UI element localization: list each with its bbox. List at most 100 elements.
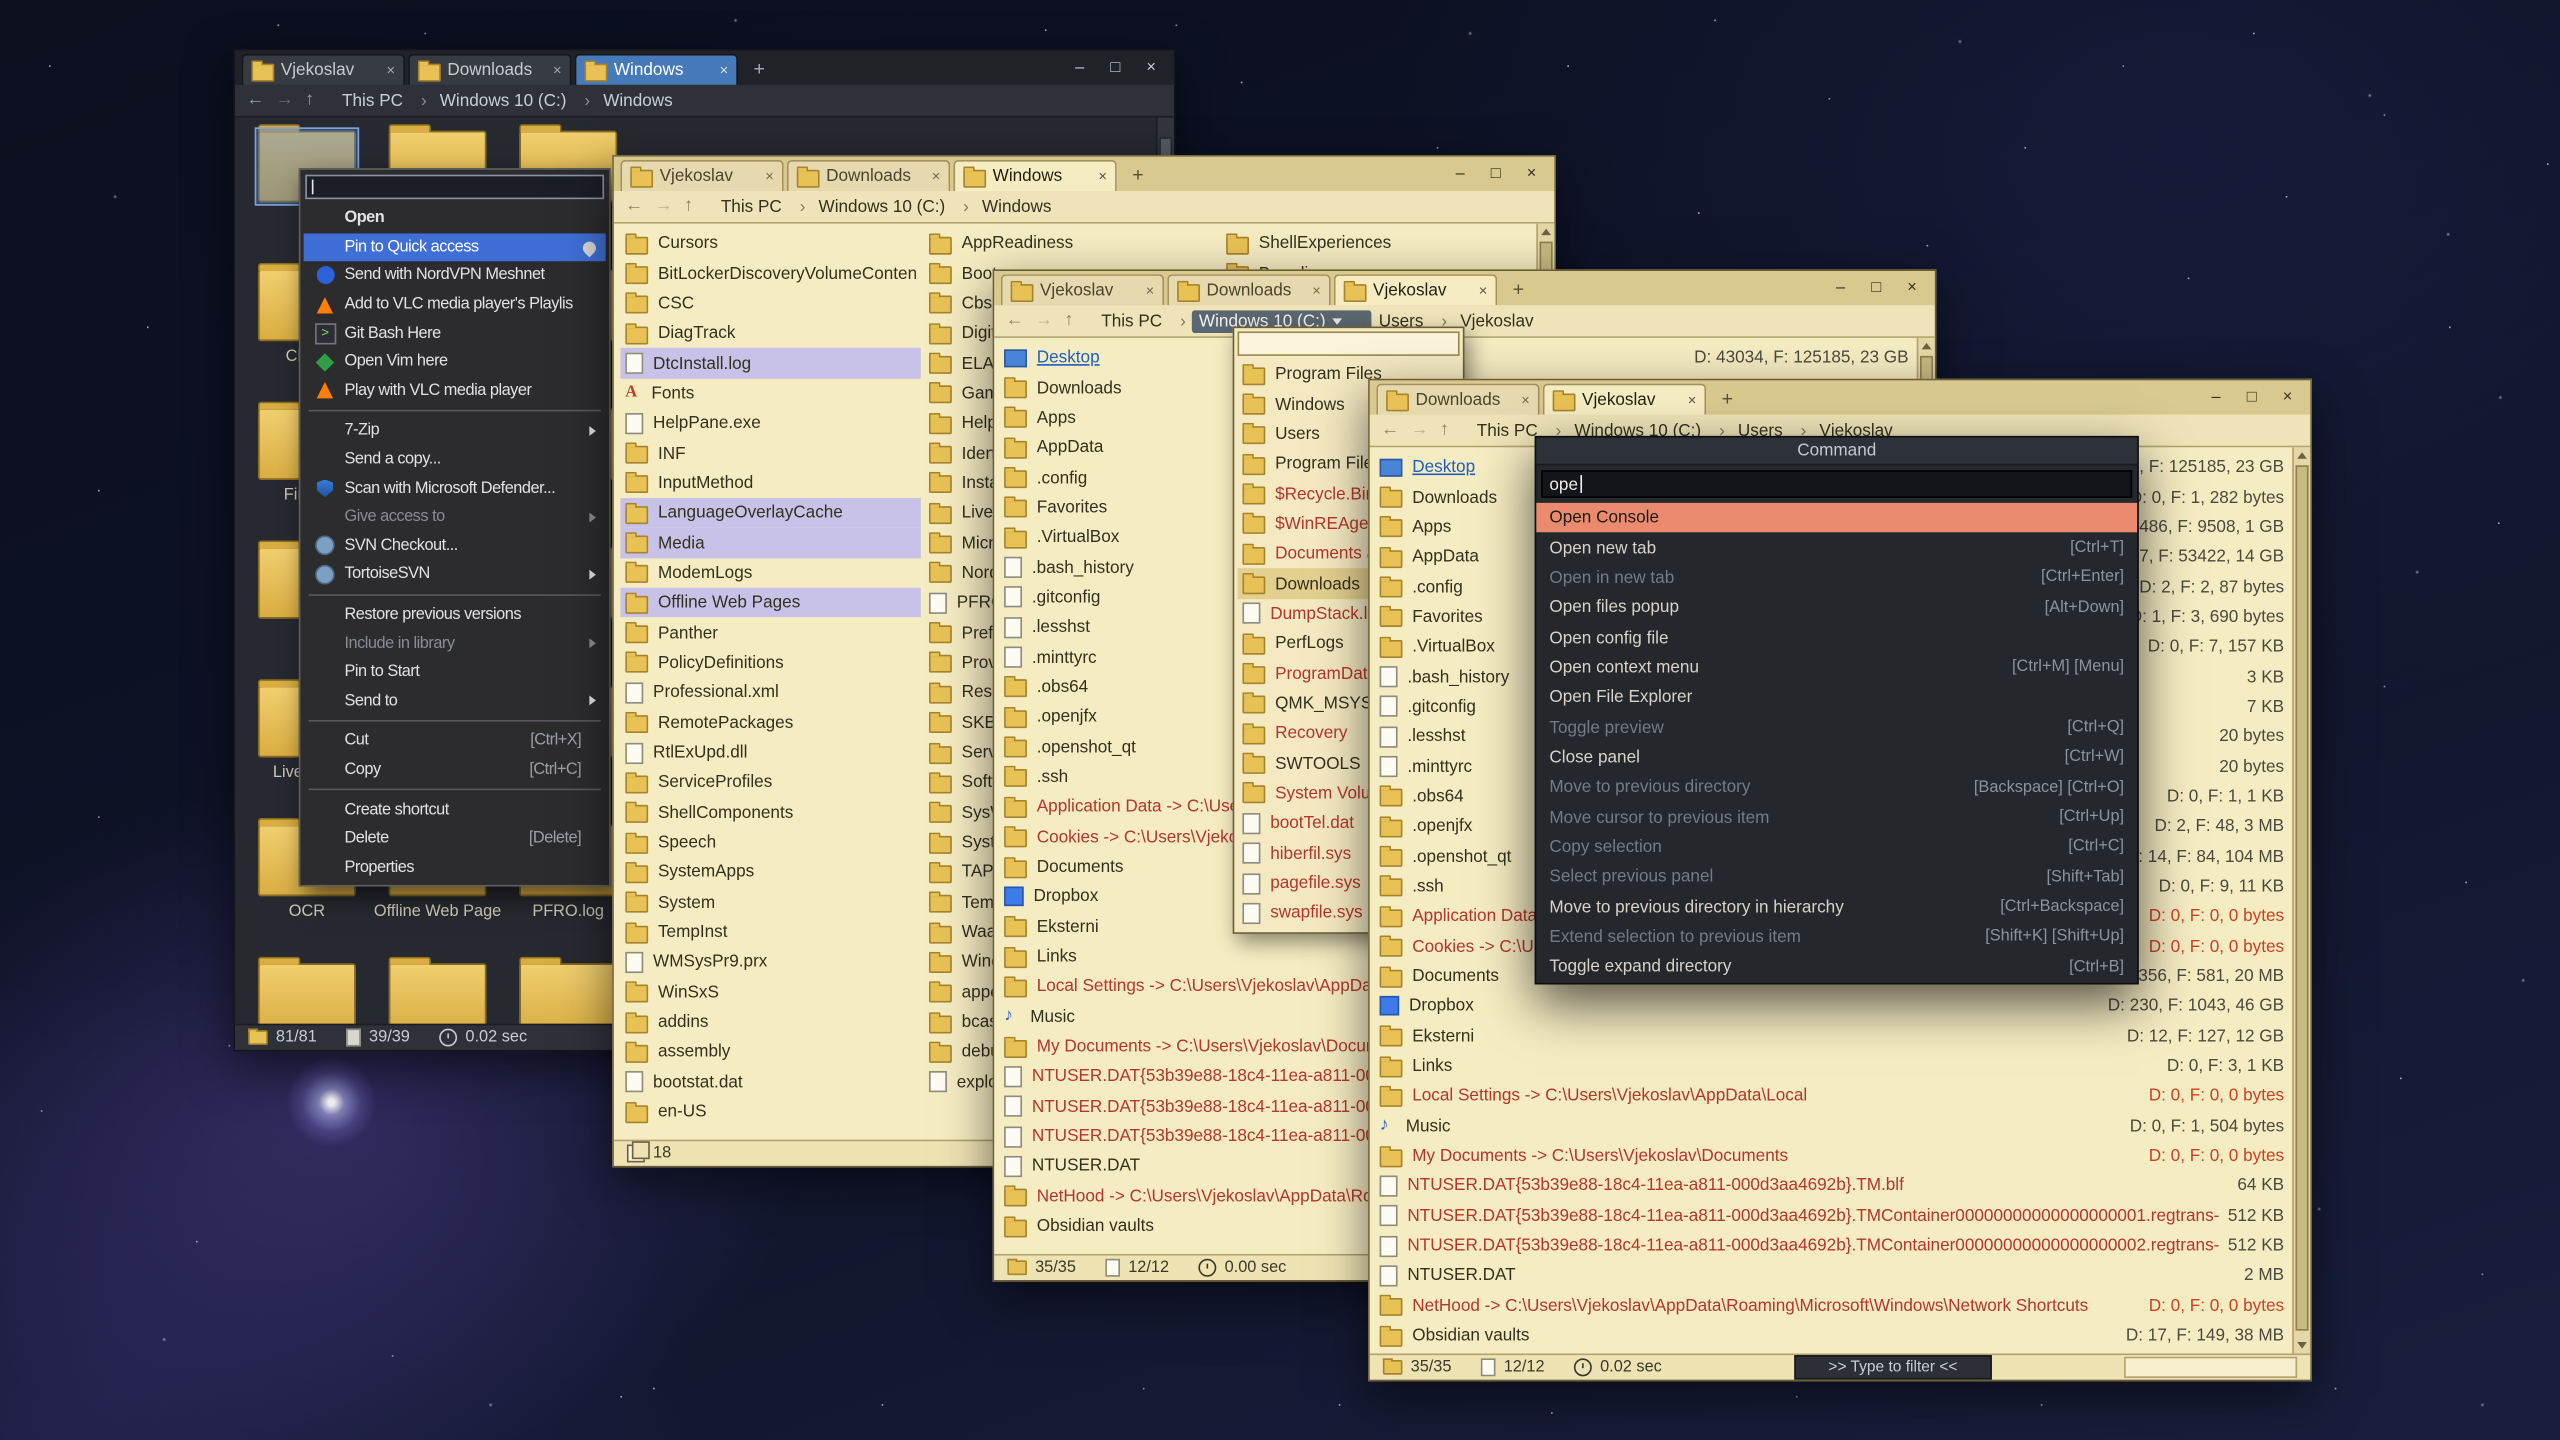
- breadcrumb-item[interactable]: Vjekoslav: [1454, 309, 1540, 332]
- back-button[interactable]: [1006, 312, 1024, 330]
- menu-item[interactable]: [309, 720, 601, 722]
- menu-item[interactable]: Create shortcut: [304, 796, 606, 825]
- file-row[interactable]: RtlExUpd.dll: [620, 738, 920, 768]
- file-row[interactable]: Local Settings -> C:\Users\Vjekoslav\App…: [1373, 1081, 2291, 1111]
- file-row[interactable]: NTUSER.DAT{53b39e88-18c4-11ea-a811-000d3…: [1373, 1171, 2291, 1201]
- file-row[interactable]: Cursors: [620, 229, 920, 259]
- scroll-up-icon[interactable]: [2294, 447, 2310, 463]
- menu-item[interactable]: SVN Checkout...: [304, 531, 606, 560]
- menu-item[interactable]: Git Bash Here: [304, 319, 606, 348]
- command-item[interactable]: Open config file: [1536, 623, 2137, 653]
- menu-item[interactable]: Open: [304, 204, 606, 233]
- file-icon-item[interactable]: [242, 953, 373, 1023]
- titlebar[interactable]: VjekoslavDownloadsVjekoslav: [994, 271, 1934, 305]
- menu-item[interactable]: Play with VLC media player: [304, 376, 606, 405]
- file-row[interactable]: LinksD: 0, F: 3, 1 KB: [1373, 1051, 2291, 1081]
- filter-input[interactable]: >> Type to filter <<: [1794, 1355, 1992, 1379]
- file-row[interactable]: bootstat.dat: [620, 1067, 920, 1097]
- file-row[interactable]: DiagTrack: [620, 318, 920, 348]
- tab[interactable]: Vjekoslav: [1001, 274, 1164, 305]
- command-item[interactable]: Open in new tab[Ctrl+Enter]: [1536, 563, 2137, 593]
- maximize-button[interactable]: [1110, 59, 1120, 77]
- file-row[interactable]: Obsidian vaultsD: 17, F: 149, 38 MB: [1373, 1321, 2291, 1351]
- file-row[interactable]: EksterniD: 12, F: 127, 12 GB: [1373, 1021, 2291, 1051]
- file-row[interactable]: ModemLogs: [620, 558, 920, 588]
- close-button[interactable]: [2283, 389, 2293, 407]
- minimize-button[interactable]: [1836, 279, 1845, 297]
- command-item[interactable]: Toggle preview[Ctrl+Q]: [1536, 712, 2137, 742]
- command-item[interactable]: Open new tab[Ctrl+T]: [1536, 533, 2137, 563]
- tab[interactable]: Vjekoslav: [242, 54, 405, 85]
- file-icon-item[interactable]: [372, 953, 503, 1023]
- command-item[interactable]: Move to previous directory[Backspace] [C…: [1536, 772, 2137, 802]
- command-item[interactable]: Extend selection to previous item[Shift+…: [1536, 922, 2137, 952]
- tab-close-icon[interactable]: [1688, 392, 1697, 408]
- menu-item[interactable]: [309, 789, 601, 791]
- file-row[interactable]: INF: [620, 438, 920, 468]
- menu-item[interactable]: Delete[Delete]: [304, 824, 606, 853]
- menu-item[interactable]: Scan with Microsoft Defender...: [304, 474, 606, 503]
- close-button[interactable]: [1146, 59, 1156, 77]
- tab[interactable]: Downloads: [1376, 384, 1539, 415]
- menu-item[interactable]: Send to: [304, 687, 606, 716]
- file-row[interactable]: Panther: [620, 618, 920, 648]
- menu-item[interactable]: Open Vim here: [304, 348, 606, 377]
- menu-item[interactable]: Restore previous versions: [304, 600, 606, 629]
- command-item[interactable]: Toggle expand directory[Ctrl+B]: [1536, 952, 2137, 982]
- menu-item[interactable]: Cut[Ctrl+X]: [304, 727, 606, 756]
- command-item[interactable]: Copy selection[Ctrl+C]: [1536, 832, 2137, 862]
- forward-button[interactable]: [1035, 312, 1053, 330]
- up-button[interactable]: [1064, 312, 1073, 330]
- tab-close-icon[interactable]: [1098, 168, 1107, 184]
- file-row[interactable]: ServiceProfiles: [620, 768, 920, 798]
- up-button[interactable]: [1440, 421, 1449, 439]
- breadcrumb-item[interactable]: Windows: [597, 89, 680, 112]
- maximize-button[interactable]: [2247, 389, 2257, 407]
- file-row[interactable]: NTUSER.DAT{53b39e88-18c4-11ea-a811-000d3…: [1373, 1231, 2291, 1261]
- menu-item[interactable]: 7-Zip: [304, 417, 606, 446]
- tab-close-icon[interactable]: [1146, 282, 1155, 298]
- menu-item[interactable]: Send with NordVPN Meshnet: [304, 262, 606, 291]
- tab-close-icon[interactable]: [387, 62, 396, 78]
- file-row[interactable]: AppReadiness: [924, 229, 1224, 259]
- file-row[interactable]: RemotePackages: [620, 708, 920, 738]
- file-row[interactable]: DtcInstall.log: [620, 348, 920, 378]
- menu-item[interactable]: Pin to Start: [304, 658, 606, 687]
- command-item[interactable]: Open context menu[Ctrl+M] [Menu]: [1536, 653, 2137, 683]
- forward-button[interactable]: [276, 91, 294, 109]
- up-button[interactable]: [684, 198, 693, 216]
- menu-item[interactable]: Copy[Ctrl+C]: [304, 755, 606, 784]
- file-row[interactable]: My Documents -> C:\Users\Vjekoslav\Docum…: [1373, 1141, 2291, 1171]
- dropdown-filter-input[interactable]: [1238, 331, 1460, 355]
- menu-item[interactable]: [309, 594, 601, 596]
- minimize-button[interactable]: [1075, 59, 1084, 77]
- file-row[interactable]: NTUSER.DAT2 MB: [1373, 1261, 2291, 1291]
- file-row[interactable]: addins: [620, 1007, 920, 1037]
- titlebar[interactable]: DownloadsVjekoslav: [1370, 380, 2310, 414]
- breadcrumb-item[interactable]: This PC: [1095, 309, 1193, 332]
- breadcrumb-item[interactable]: Windows 10 (C:): [433, 89, 596, 112]
- file-row[interactable]: WinSxS: [620, 977, 920, 1007]
- close-button[interactable]: [1907, 279, 1917, 297]
- maximize-button[interactable]: [1491, 165, 1501, 183]
- file-row[interactable]: en-US: [620, 1097, 920, 1127]
- menu-item[interactable]: Add to VLC media player's Playlist: [304, 290, 606, 319]
- file-row[interactable]: LanguageOverlayCache: [620, 498, 920, 528]
- file-row[interactable]: Speech: [620, 828, 920, 858]
- tab-close-icon[interactable]: [765, 168, 774, 184]
- scroll-up-icon[interactable]: [1918, 338, 1934, 354]
- file-row[interactable]: SystemApps: [620, 857, 920, 887]
- file-row[interactable]: InputMethod: [620, 468, 920, 498]
- tab-close-icon[interactable]: [932, 168, 941, 184]
- command-item[interactable]: Open files popup[Alt+Down]: [1536, 593, 2137, 623]
- menu-item[interactable]: [309, 410, 601, 412]
- file-row[interactable]: Offline Web Pages: [620, 588, 920, 618]
- file-row[interactable]: MusicD: 0, F: 1, 504 bytes: [1373, 1111, 2291, 1141]
- file-row[interactable]: ShellExperiences: [1221, 229, 1521, 259]
- close-button[interactable]: [1527, 165, 1537, 183]
- rename-input[interactable]: [305, 175, 604, 199]
- file-row[interactable]: TempInst: [620, 917, 920, 947]
- tab[interactable]: Windows: [575, 54, 738, 85]
- scrollbar-thumb[interactable]: [2296, 465, 2309, 1330]
- file-row[interactable]: Professional.xml: [620, 678, 920, 708]
